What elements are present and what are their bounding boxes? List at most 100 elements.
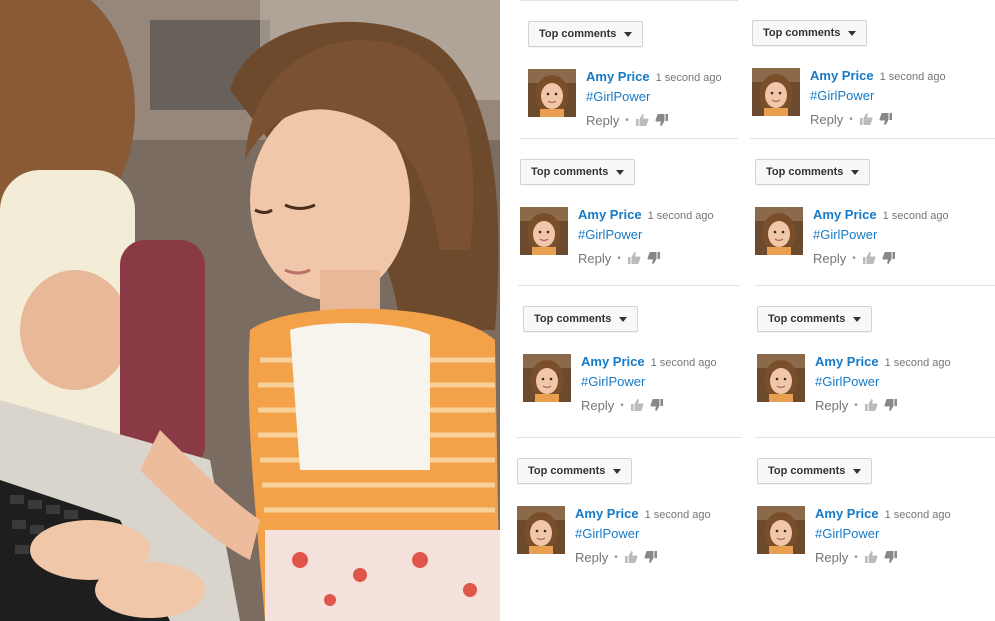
sort-comments-button[interactable]: Top comments [757,306,873,332]
comment-block: Top comments Amy Price 1 second ago #Gir… [517,458,747,598]
thumbs-up-icon[interactable] [864,550,878,564]
thumbs-up-icon[interactable] [624,550,638,564]
comment-time[interactable]: 1 second ago [880,71,946,83]
comment-time[interactable]: 1 second ago [651,357,717,369]
avatar-image [517,506,565,554]
thumbs-down-icon[interactable] [655,113,669,127]
sort-comments-button[interactable]: Top comments [752,20,868,46]
thumbs-down-icon[interactable] [650,398,664,412]
comment-text[interactable]: #GirlPower [575,526,745,544]
thumbs-down-icon[interactable] [884,550,898,564]
avatar[interactable] [528,69,576,117]
comment-block: Top comments Amy Price 1 second ago #Gir… [752,20,982,160]
reply-button[interactable]: Reply [815,398,848,413]
avatar[interactable] [752,68,800,116]
comment-time[interactable]: 1 second ago [883,210,949,222]
comment-block: Top comments Amy Price 1 second ago #Gir… [528,21,758,161]
reply-button[interactable]: Reply [813,251,846,266]
comment-time[interactable]: 1 second ago [885,509,951,521]
avatar-image [520,207,568,255]
thumbs-down-icon[interactable] [884,398,898,412]
avatar[interactable] [523,354,571,402]
sort-comments-button[interactable]: Top comments [517,458,633,484]
comment-block: Top comments Amy Price 1 second ago #Gir… [523,306,753,446]
sort-comments-button[interactable]: Top comments [528,21,644,47]
separator-dot: • [620,399,624,411]
comment-item: Amy Price 1 second ago #GirlPower Reply … [755,207,985,267]
comments-grid: Top comments Amy Price 1 second ago #Gir… [500,0,995,621]
thumbs-down-icon[interactable] [647,251,661,265]
sort-label: Top comments [766,166,844,178]
avatar-image [752,68,800,116]
separator-dot: • [854,551,858,563]
thumbs-up-icon[interactable] [630,398,644,412]
caret-down-icon [851,169,860,175]
reply-button[interactable]: Reply [815,550,848,565]
author-name[interactable]: Amy Price [581,354,645,369]
comment-item: Amy Price 1 second ago #GirlPower Reply … [752,68,982,128]
comment-text[interactable]: #GirlPower [813,227,983,245]
photo-girl-typing [0,0,500,621]
thumbs-down-icon[interactable] [882,251,896,265]
thumbs-up-icon[interactable] [859,112,873,126]
sort-label: Top comments [534,313,612,325]
comment-time[interactable]: 1 second ago [648,210,714,222]
thumbs-up-icon[interactable] [635,113,649,127]
comment-item: Amy Price 1 second ago #GirlPower Reply … [517,506,747,566]
sort-label: Top comments [768,313,846,325]
author-name[interactable]: Amy Price [810,68,874,83]
avatar-image [757,354,805,402]
sort-comments-button[interactable]: Top comments [757,458,873,484]
avatar-image [528,69,576,117]
author-name[interactable]: Amy Price [578,207,642,222]
avatar[interactable] [757,354,805,402]
comment-time[interactable]: 1 second ago [885,357,951,369]
comment-text[interactable]: #GirlPower [810,88,980,106]
divider [520,0,738,1]
sort-label: Top comments [539,28,617,40]
comment-text[interactable]: #GirlPower [815,526,985,544]
reply-button[interactable]: Reply [581,398,614,413]
author-name[interactable]: Amy Price [815,506,879,521]
author-name[interactable]: Amy Price [575,506,639,521]
sort-label: Top comments [528,465,606,477]
comment-item: Amy Price 1 second ago #GirlPower Reply … [520,207,750,267]
comment-text[interactable]: #GirlPower [586,89,756,107]
sort-comments-button[interactable]: Top comments [523,306,639,332]
separator-dot: • [614,551,618,563]
thumbs-up-icon[interactable] [627,251,641,265]
separator-dot: • [849,113,853,125]
thumbs-down-icon[interactable] [879,112,893,126]
separator-dot: • [617,252,621,264]
thumbs-down-icon[interactable] [644,550,658,564]
author-name[interactable]: Amy Price [586,69,650,84]
avatar[interactable] [520,207,568,255]
comment-item: Amy Price 1 second ago #GirlPower Reply … [528,69,758,129]
author-name[interactable]: Amy Price [815,354,879,369]
reply-button[interactable]: Reply [586,113,619,128]
reply-button[interactable]: Reply [810,112,843,127]
thumbs-up-icon[interactable] [864,398,878,412]
comment-text[interactable]: #GirlPower [578,227,748,245]
reply-button[interactable]: Reply [578,251,611,266]
author-name[interactable]: Amy Price [813,207,877,222]
comment-text[interactable]: #GirlPower [581,374,751,392]
caret-down-icon [616,169,625,175]
avatar-image [523,354,571,402]
separator-dot: • [852,252,856,264]
comment-block: Top comments Amy Price 1 second ago #Gir… [757,306,987,446]
comment-block: Top comments Amy Price 1 second ago #Gir… [755,159,985,299]
sort-label: Top comments [768,465,846,477]
avatar[interactable] [755,207,803,255]
sort-comments-button[interactable]: Top comments [520,159,636,185]
comment-time[interactable]: 1 second ago [656,72,722,84]
separator-dot: • [625,114,629,126]
avatar[interactable] [757,506,805,554]
reply-button[interactable]: Reply [575,550,608,565]
comment-text[interactable]: #GirlPower [815,374,985,392]
comment-item: Amy Price 1 second ago #GirlPower Reply … [757,506,987,566]
sort-comments-button[interactable]: Top comments [755,159,871,185]
comment-time[interactable]: 1 second ago [645,509,711,521]
avatar[interactable] [517,506,565,554]
thumbs-up-icon[interactable] [862,251,876,265]
